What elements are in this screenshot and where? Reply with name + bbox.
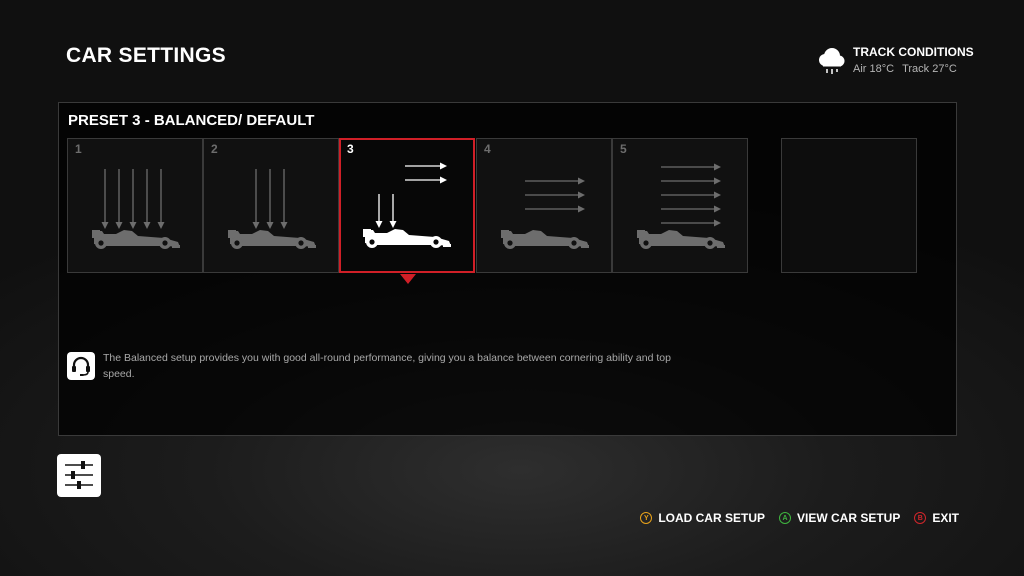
f1-car-icon — [363, 229, 451, 248]
downforce-arrow — [157, 169, 165, 229]
preset-card-empty — [781, 138, 917, 273]
load-car-setup-button[interactable]: Y LOAD CAR SETUP — [640, 511, 765, 525]
downforce-arrow — [129, 169, 137, 229]
controller-y-button-icon: Y — [640, 512, 653, 524]
selection-pointer — [400, 274, 416, 284]
speed-arrow — [661, 163, 721, 171]
downforce-diagram — [228, 169, 316, 249]
track-conditions-title: TRACK CONDITIONS — [853, 45, 974, 59]
speed-arrow — [405, 176, 447, 184]
speed-arrow — [525, 205, 585, 213]
preset-card-4[interactable]: 4 — [476, 138, 612, 273]
downforce-diagram — [637, 163, 725, 249]
exit-button[interactable]: B EXIT — [914, 511, 959, 525]
setup-sliders-button[interactable] — [57, 454, 101, 497]
controller-a-button-icon: A — [778, 512, 791, 524]
speed-arrow — [661, 219, 721, 227]
controller-b-button-icon: B — [914, 512, 927, 524]
downforce-arrow — [115, 169, 123, 229]
footer-buttons: Y LOAD CAR SETUP A VIEW CAR SETUP B EXIT — [626, 511, 959, 525]
track-temperature: Track 27°C — [902, 63, 957, 75]
f1-car-icon — [228, 230, 316, 249]
track-conditions: TRACK CONDITIONS Air 18°C Track 27°C — [815, 45, 974, 79]
speed-arrow — [661, 205, 721, 213]
downforce-arrow — [252, 169, 260, 229]
downforce-arrow — [266, 169, 274, 229]
footer-button-label: VIEW CAR SETUP — [796, 511, 901, 525]
preset-panel: PRESET 3 - BALANCED/ DEFAULT 12345 The B… — [58, 102, 957, 436]
downforce-diagram — [501, 177, 589, 249]
preset-card-2[interactable]: 2 — [203, 138, 339, 273]
downforce-diagram — [363, 162, 451, 248]
downforce-arrow — [389, 194, 397, 228]
downforce-diagram — [92, 169, 180, 249]
downforce-arrow — [143, 169, 151, 229]
speed-arrow — [525, 191, 585, 199]
view-car-setup-button[interactable]: A VIEW CAR SETUP — [778, 511, 901, 525]
page-title: CAR SETTINGS — [66, 44, 226, 67]
track-temperatures: Air 18°C Track 27°C — [853, 63, 957, 75]
preset-card-5[interactable]: 5 — [612, 138, 748, 273]
race-engineer-icon — [67, 352, 95, 380]
preset-card-1[interactable]: 1 — [67, 138, 203, 273]
f1-car-icon — [637, 230, 725, 249]
downforce-arrow — [101, 169, 109, 229]
footer-button-label: EXIT — [932, 511, 959, 525]
preset-title: PRESET 3 - BALANCED/ DEFAULT — [68, 112, 315, 129]
speed-arrow — [525, 177, 585, 185]
footer-button-label: LOAD CAR SETUP — [658, 511, 765, 525]
speed-arrow — [405, 162, 447, 170]
speed-arrow — [661, 191, 721, 199]
speed-arrow — [661, 177, 721, 185]
preset-card-3[interactable]: 3 — [339, 138, 475, 273]
f1-car-icon — [92, 230, 180, 249]
preset-description: The Balanced setup provides you with goo… — [103, 352, 671, 380]
cloud-rain-icon — [819, 48, 845, 74]
downforce-arrow — [280, 169, 288, 229]
f1-car-icon — [501, 230, 589, 249]
air-temperature: Air 18°C — [853, 63, 895, 75]
downforce-arrow — [375, 194, 383, 228]
sliders-icon — [65, 461, 93, 489]
